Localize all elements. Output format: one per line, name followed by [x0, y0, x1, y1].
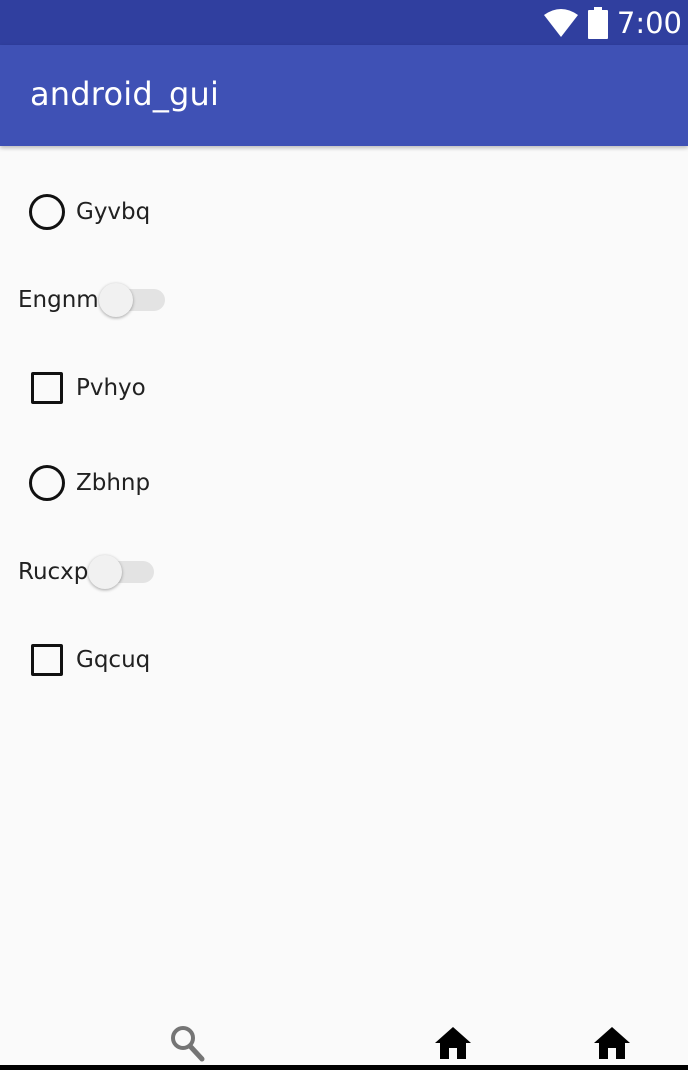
switch-thumb — [98, 283, 133, 317]
switch-label: Engnm — [18, 287, 99, 313]
switch-thumb — [88, 555, 123, 589]
switch-engnm[interactable]: Engnm — [0, 282, 688, 318]
checkbox-label: Gqcuq — [76, 647, 151, 673]
checkbox[interactable] — [31, 372, 63, 404]
toggle-switch[interactable] — [88, 555, 155, 589]
switch-rucxp[interactable]: Rucxp — [0, 554, 688, 590]
home-icon[interactable] — [593, 1026, 631, 1060]
app-bar: android_gui — [0, 45, 688, 146]
checkbox-label: Pvhyo — [76, 375, 146, 401]
bottom-divider — [0, 1065, 688, 1070]
bottom-navigation — [0, 1020, 688, 1070]
battery-icon — [587, 6, 608, 39]
app-title: android_gui — [30, 75, 220, 113]
switch-label: Rucxp — [18, 559, 89, 585]
wifi-icon — [543, 8, 578, 37]
toggle-switch[interactable] — [98, 283, 165, 317]
radio-button[interactable] — [29, 465, 65, 501]
radio-label: Zbhnp — [76, 470, 151, 496]
home-icon[interactable] — [434, 1026, 472, 1060]
radio-label: Gyvbq — [76, 199, 151, 225]
status-icons: 7:00 — [543, 0, 682, 45]
checkbox-gqcuq[interactable]: Gqcuq — [0, 642, 688, 678]
radio-zbhnp[interactable]: Zbhnp — [0, 463, 688, 503]
content-area: Gyvbq Engnm Pvhyo Zbhnp Rucxp Gqcuq — [0, 146, 688, 1036]
checkbox-pvhyo[interactable]: Pvhyo — [0, 370, 688, 406]
radio-gyvbq[interactable]: Gyvbq — [0, 192, 688, 232]
radio-button[interactable] — [29, 194, 65, 230]
checkbox[interactable] — [31, 644, 63, 676]
search-icon[interactable] — [170, 1024, 206, 1064]
status-bar: 7:00 — [0, 0, 688, 45]
status-time: 7:00 — [616, 5, 682, 40]
